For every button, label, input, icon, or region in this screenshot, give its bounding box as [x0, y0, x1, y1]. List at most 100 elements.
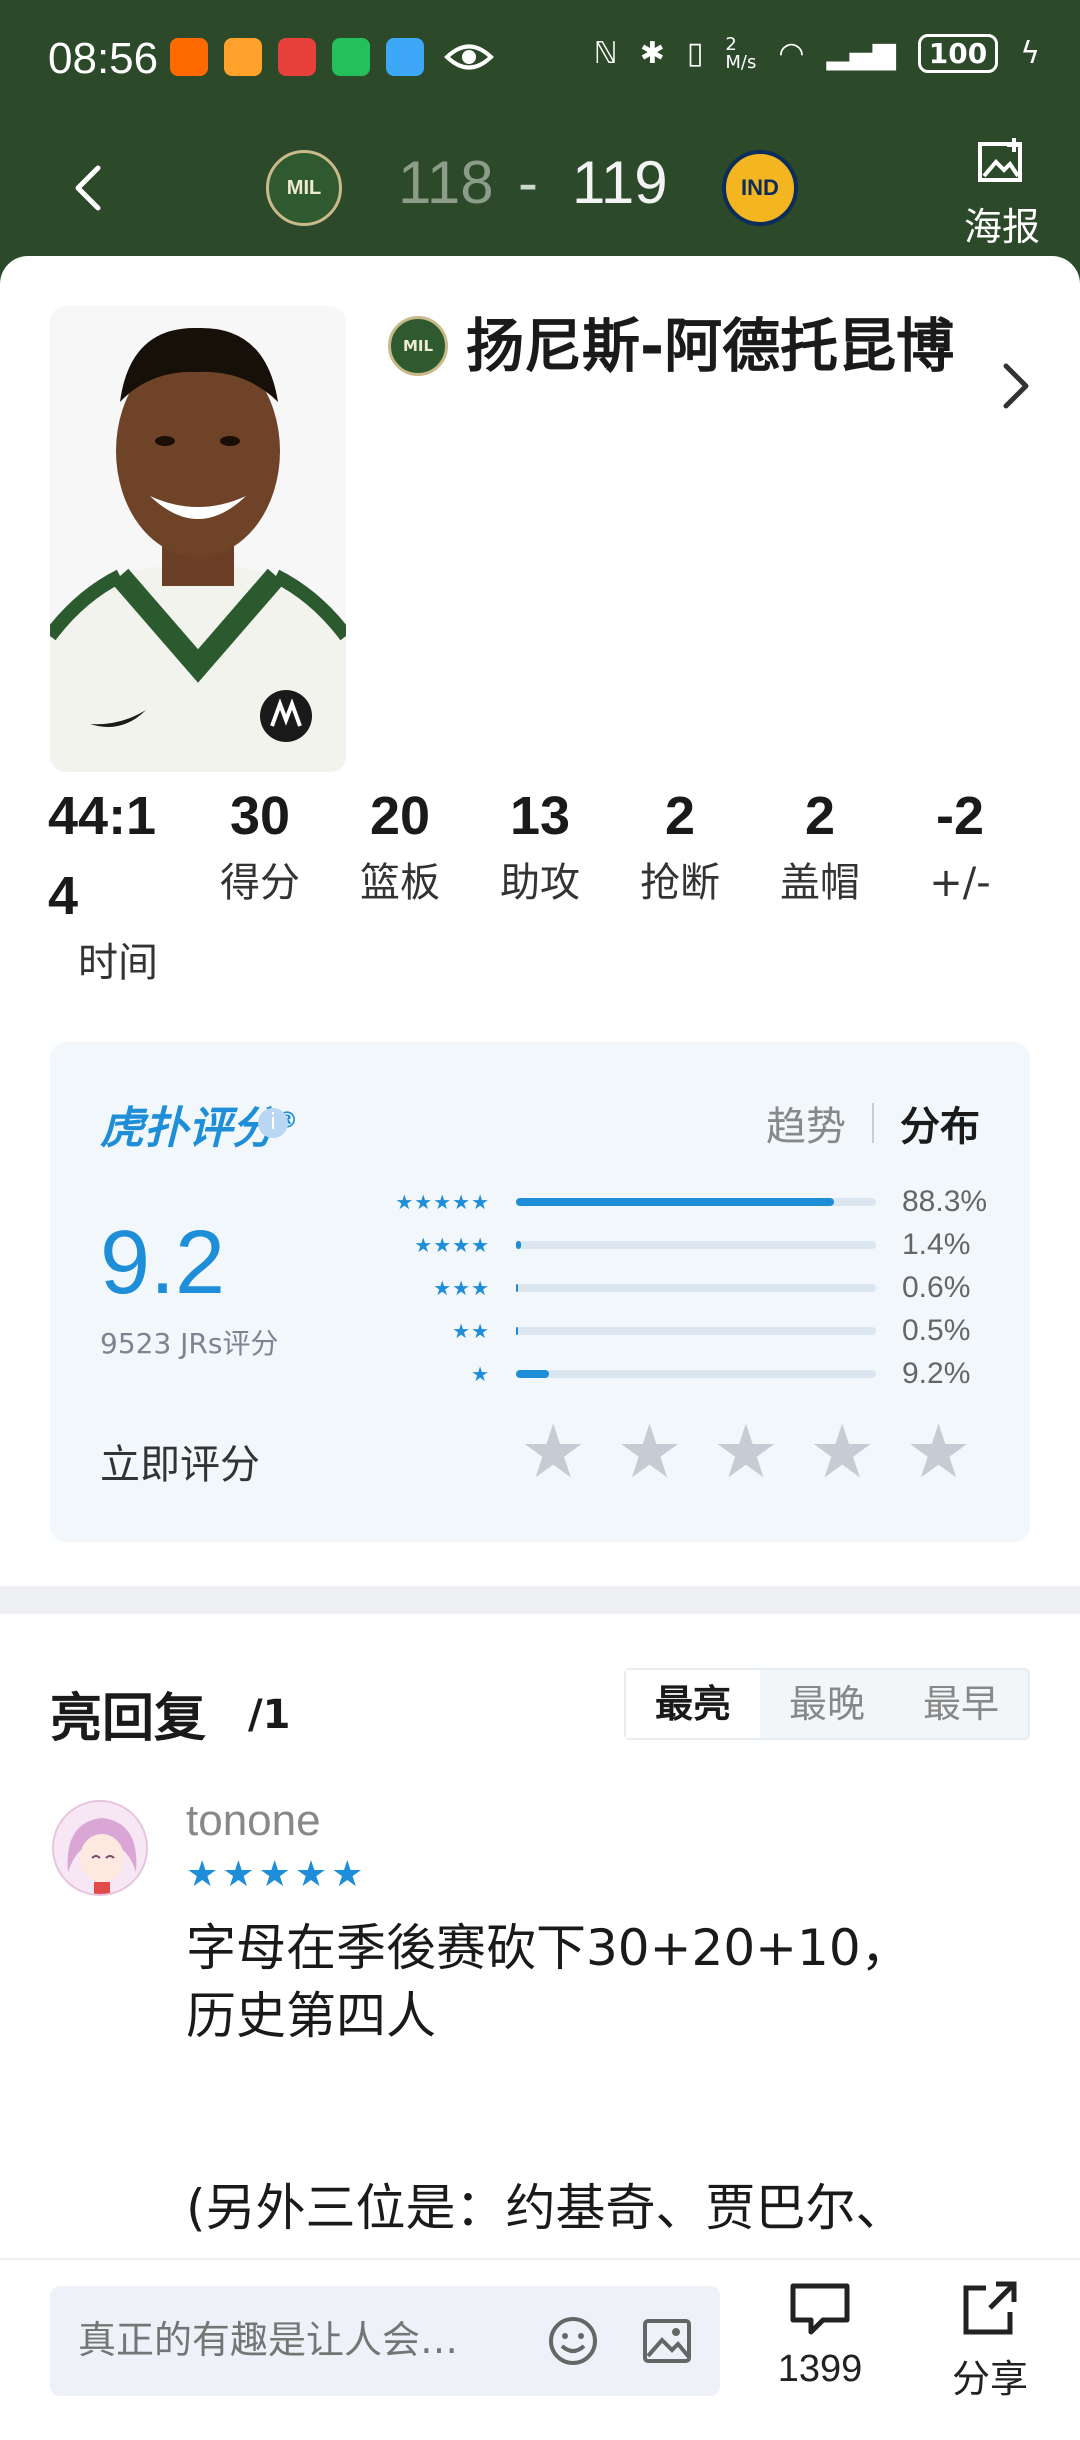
- player-stats: 44:14 时间 30 得分 20 篮板 13 助攻 2 抢断 2 盖帽 -2 …: [0, 776, 1080, 1006]
- wifi-icon: ◠: [778, 36, 805, 71]
- status-right: ℕ ✱ ▯ 2 M/s ◠ ▂▄▆ 100 ϟ: [594, 34, 1040, 73]
- replies-count: /1: [248, 1692, 291, 1738]
- distribution-bar: [516, 1369, 876, 1378]
- wechat-icon: [332, 38, 370, 76]
- rating-tabs: 趋势 分布: [766, 1094, 980, 1152]
- distribution-stars: ★: [471, 1361, 490, 1386]
- distribution-percent: 9.2%: [902, 1356, 971, 1390]
- info-icon[interactable]: i: [258, 1108, 288, 1138]
- distribution-bar: [516, 1283, 876, 1292]
- player-photo: [50, 306, 346, 772]
- rate-star-5[interactable]: ★: [905, 1412, 971, 1492]
- stat-blocks: 2 盖帽: [780, 786, 860, 906]
- replies-title: 亮回复: [50, 1689, 207, 1749]
- status-bar: 08:56 ℕ ✱ ▯ 2 M/s ◠ ▂▄▆ 100 ϟ: [0, 0, 1080, 120]
- reply-sort-tabs: 最亮 最晚 最早: [624, 1668, 1030, 1740]
- rate-star-1[interactable]: ★: [520, 1412, 586, 1492]
- distribution-bar-fill: [516, 1283, 519, 1292]
- back-button[interactable]: [60, 158, 120, 218]
- bottom-bar: 1399 分享: [0, 2258, 1080, 2440]
- reply-content[interactable]: 字母在季後赛砍下30+20+10， 历史第四人 (另外三位是：约基奇、贾巴尔、: [186, 1914, 1036, 2242]
- reply-line-2: 历史第四人: [186, 1987, 436, 2045]
- player-name[interactable]: 扬尼斯-阿德托昆博: [466, 304, 966, 388]
- distribution-stars: ★★★: [433, 1275, 490, 1300]
- rate-stars: ★ ★ ★ ★ ★: [520, 1412, 972, 1492]
- distribution-stars: ★★: [452, 1318, 490, 1343]
- rate-now-label: 立即评分: [100, 1442, 260, 1488]
- image-icon[interactable]: [640, 2314, 694, 2368]
- rating-panel: 虎扑评分® i 趋势 分布 9.2 9523 JRs评分 ★★★★★88.3%★…: [50, 1042, 1030, 1542]
- rate-star-3[interactable]: ★: [713, 1412, 779, 1492]
- share-button[interactable]: 分享: [930, 2280, 1050, 2403]
- sort-tab-earliest[interactable]: 最早: [894, 1670, 1028, 1738]
- stat-points: 30 得分: [220, 786, 300, 906]
- home-team-logo[interactable]: MIL: [266, 150, 342, 226]
- notification-icons: [170, 38, 424, 76]
- distribution-bar: [516, 1240, 876, 1249]
- distribution-row: ★★ 0.5%: [370, 1309, 990, 1352]
- app-icon-orange: [224, 38, 262, 76]
- distribution-row: ★★★★★ 88.3%: [370, 1180, 990, 1223]
- chevron-right-icon[interactable]: [996, 356, 1036, 416]
- share-icon: [963, 2281, 1017, 2335]
- distribution-row: ★ 9.2%: [370, 1352, 990, 1395]
- stat-assists: 13 助攻: [500, 786, 580, 906]
- taobao-app-icon: [170, 38, 208, 76]
- distribution-bar-fill: [516, 1369, 550, 1378]
- share-label: 分享: [951, 2359, 1028, 2401]
- home-score: 118: [398, 149, 494, 216]
- player-team-logo: MIL: [388, 316, 448, 376]
- stat-steals: 2 抢断: [640, 786, 720, 906]
- section-divider: [0, 1586, 1080, 1614]
- distribution-percent: 0.6%: [902, 1270, 971, 1304]
- reply-line-3: (另外三位是：约基奇、贾巴尔、: [186, 2179, 906, 2237]
- poster-icon: [978, 138, 1022, 182]
- tab-trend[interactable]: 趋势: [766, 1094, 846, 1152]
- stat-plus-minus: -2 +/-: [929, 786, 991, 906]
- app-icon-blue: [386, 38, 424, 76]
- player-card: MIL 扬尼斯-阿德托昆博 44:14 时间 30 得分 20 篮板 13 助攻…: [0, 256, 1080, 1586]
- distribution-percent: 1.4%: [902, 1227, 971, 1261]
- rate-star-2[interactable]: ★: [616, 1412, 682, 1492]
- emoji-icon[interactable]: [546, 2314, 600, 2368]
- distribution-bar: [516, 1197, 876, 1206]
- comment-input[interactable]: [78, 2310, 558, 2370]
- comments-button[interactable]: 1399: [760, 2280, 880, 2391]
- rating-distribution: ★★★★★ 88.3% ★★★★ 1.4% ★★★ 0.6% ★★ 0.5% ★ 9.2%: [370, 1180, 990, 1395]
- avatar[interactable]: [52, 1800, 148, 1896]
- distribution-stars: ★★★★: [414, 1232, 490, 1257]
- score-separator: -: [518, 149, 538, 216]
- status-time: 08:56: [48, 34, 159, 83]
- stat-time: 44:14 时间: [48, 786, 158, 986]
- rate-star-4[interactable]: ★: [809, 1412, 875, 1492]
- rating-count: 9523 JRs评分: [100, 1327, 279, 1360]
- sort-tab-brightest[interactable]: 最亮: [626, 1670, 760, 1738]
- vibrate-icon: ▯: [686, 36, 704, 71]
- app-icon-red: [278, 38, 316, 76]
- comment-count: 1399: [777, 2348, 863, 2390]
- rating-score: 9.2: [100, 1213, 226, 1313]
- player-portrait: [50, 306, 346, 772]
- charging-icon: ϟ: [1020, 36, 1040, 71]
- sort-tab-latest[interactable]: 最晚: [760, 1670, 894, 1738]
- reply-line-1: 字母在季後赛砍下30+20+10，: [186, 1919, 911, 1977]
- distribution-bar-fill: [516, 1197, 834, 1206]
- distribution-stars: ★★★★★: [395, 1189, 490, 1214]
- battery-indicator: 100: [917, 34, 999, 73]
- distribution-bar-fill: [516, 1326, 518, 1335]
- distribution-bar-fill: [516, 1240, 522, 1249]
- signal-icon: ▂▄▆: [826, 36, 896, 71]
- tab-separator: [872, 1103, 874, 1143]
- poster-label: 海报: [963, 205, 1040, 249]
- tab-distribution[interactable]: 分布: [900, 1094, 980, 1152]
- highlight-replies: 亮回复 /1 最亮 最晚 最早 tonone ★★★★★ 字母在季後赛砍下30+…: [0, 1614, 1080, 2264]
- distribution-percent: 88.3%: [902, 1184, 988, 1218]
- distribution-row: ★★★ 0.6%: [370, 1266, 990, 1309]
- nfc-icon: ℕ: [593, 36, 618, 71]
- reply-username[interactable]: tonone: [186, 1796, 321, 1846]
- distribution-row: ★★★★ 1.4%: [370, 1223, 990, 1266]
- comment-input-box[interactable]: [50, 2286, 720, 2396]
- poster-button[interactable]: 海报: [954, 134, 1050, 251]
- reply-user-rating: ★★★★★: [186, 1854, 368, 1895]
- away-team-logo[interactable]: IND: [722, 150, 798, 226]
